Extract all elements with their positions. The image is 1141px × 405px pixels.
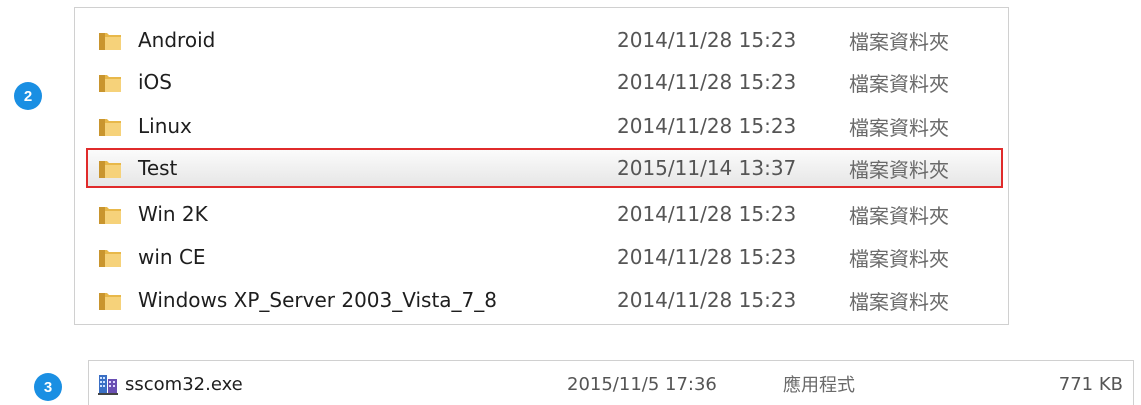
- file-date: 2015/11/5 17:36: [567, 373, 717, 395]
- folder-row-wince[interactable]: win CE 2014/11/28 15:23 檔案資料夾: [86, 237, 1003, 277]
- folder-row-android[interactable]: Android 2014/11/28 15:23 檔案資料夾: [86, 20, 1003, 60]
- folder-date: 2014/11/28 15:23: [617, 202, 797, 226]
- folder-row-windows-xp[interactable]: Windows XP_Server 2003_Vista_7_8 2014/11…: [86, 280, 1003, 320]
- folder-name: win CE: [138, 245, 206, 269]
- folder-name: Test: [138, 156, 178, 180]
- folder-row-linux[interactable]: Linux 2014/11/28 15:23 檔案資料夾: [86, 106, 1003, 146]
- folder-date: 2015/11/14 13:37: [617, 156, 797, 180]
- file-list-panel: sscom32.exe 2015/11/5 17:36 應用程式 771 KB: [88, 360, 1134, 405]
- folder-icon: [99, 75, 121, 92]
- folder-name: Win 2K: [138, 202, 208, 226]
- folder-row-test[interactable]: Test 2015/11/14 13:37 檔案資料夾: [86, 148, 1003, 188]
- folder-type: 檔案資料夾: [849, 115, 949, 140]
- folder-type: 檔案資料夾: [849, 203, 949, 228]
- folder-icon: [99, 293, 121, 310]
- folder-list-panel: Android 2014/11/28 15:23 檔案資料夾 iOS 2014/…: [74, 7, 1009, 325]
- folder-type: 檔案資料夾: [849, 289, 949, 314]
- folder-name: iOS: [138, 70, 172, 94]
- folder-row-win2k[interactable]: Win 2K 2014/11/28 15:23 檔案資料夾: [86, 194, 1003, 234]
- folder-name: Linux: [138, 114, 192, 138]
- file-row-sscom32[interactable]: sscom32.exe 2015/11/5 17:36 應用程式 771 KB: [89, 369, 1133, 399]
- folder-type: 檔案資料夾: [849, 29, 949, 54]
- folder-date: 2014/11/28 15:23: [617, 70, 797, 94]
- folder-icon: [99, 161, 121, 178]
- folder-icon: [99, 33, 121, 50]
- folder-date: 2014/11/28 15:23: [617, 114, 797, 138]
- folder-name: Android: [138, 28, 216, 52]
- step-2-badge: 2: [14, 82, 42, 110]
- folder-type: 檔案資料夾: [849, 157, 949, 182]
- folder-icon: [99, 250, 121, 267]
- folder-row-ios[interactable]: iOS 2014/11/28 15:23 檔案資料夾: [86, 62, 1003, 102]
- folder-icon: [99, 207, 121, 224]
- folder-name: Windows XP_Server 2003_Vista_7_8: [138, 288, 498, 312]
- folder-type: 檔案資料夾: [849, 246, 949, 271]
- folder-date: 2014/11/28 15:23: [617, 288, 797, 312]
- step-3-badge: 3: [34, 373, 62, 401]
- folder-type: 檔案資料夾: [849, 71, 949, 96]
- file-size: 771 KB: [1058, 373, 1123, 395]
- application-icon: [98, 375, 118, 395]
- folder-date: 2014/11/28 15:23: [617, 28, 797, 52]
- file-type: 應用程式: [783, 375, 855, 396]
- folder-icon: [99, 119, 121, 136]
- folder-date: 2014/11/28 15:23: [617, 245, 797, 269]
- file-name: sscom32.exe: [125, 373, 243, 395]
